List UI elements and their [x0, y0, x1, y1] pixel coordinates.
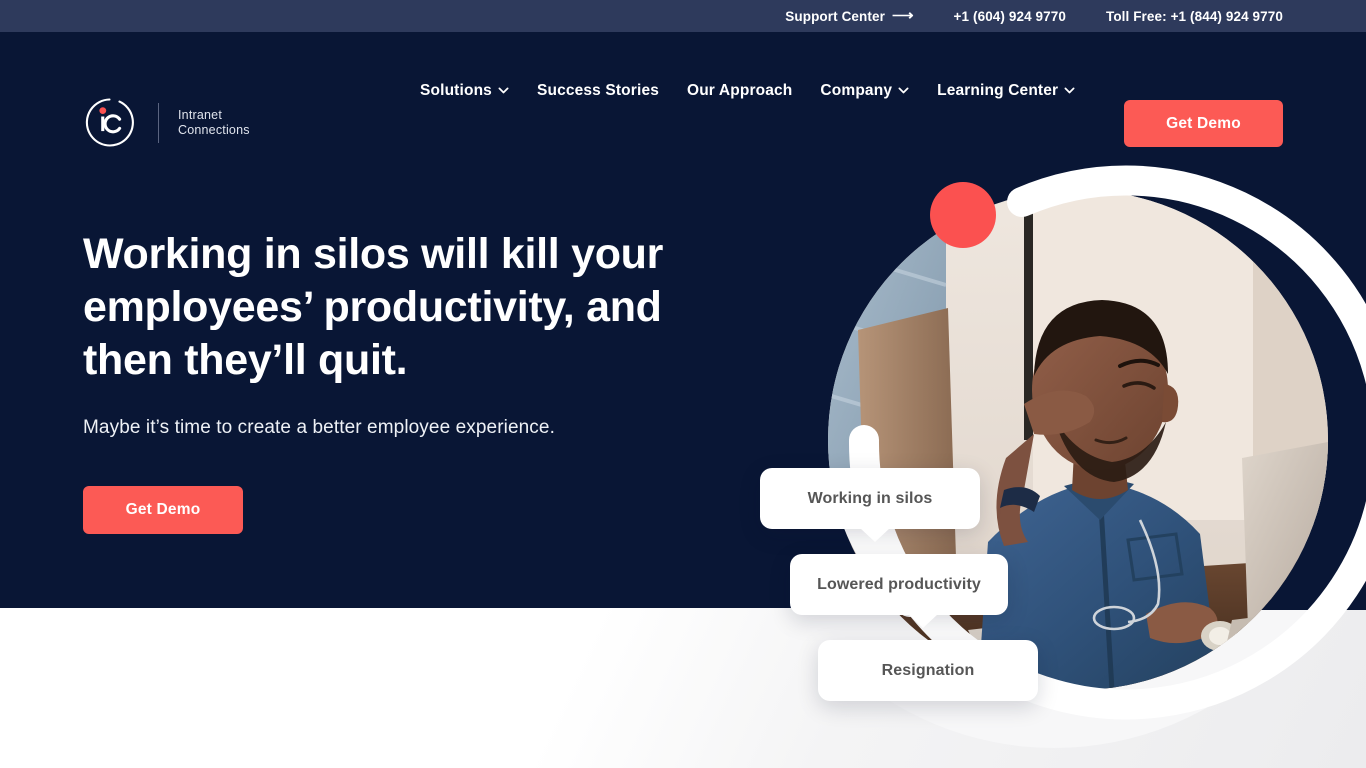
bubble-label: Working in silos [807, 489, 933, 507]
phone-primary-link[interactable]: +1 (604) 924 9770 [954, 9, 1066, 24]
chevron-down-icon [498, 85, 509, 96]
nav-label: Our Approach [686, 82, 793, 99]
logo-home-link[interactable]: Intranet Connections [83, 96, 250, 149]
ic-logo-icon [83, 96, 136, 149]
logo-divider [158, 102, 159, 143]
hero-photo-illustration [828, 190, 1328, 690]
hero-headline: Working in silos will kill your employee… [83, 230, 664, 384]
chevron-down-icon [898, 85, 909, 96]
bubble-lowered-productivity[interactable]: Lowered productivity [790, 554, 1008, 628]
utility-bar: Support Center ⟶ +1 (604) 924 9770 Toll … [0, 0, 1366, 32]
nav-label: Solutions [420, 82, 492, 99]
hero-copy: Working in silos will kill your employee… [83, 228, 783, 534]
nav-item-success-stories[interactable]: Success Stories [523, 82, 673, 100]
nav-item-learning-center[interactable]: Learning Center [923, 82, 1089, 100]
nav-get-demo-button[interactable]: Get Demo [1124, 100, 1283, 147]
bubble-label: Resignation [881, 661, 975, 679]
decorative-red-circle [930, 182, 996, 248]
bubble-resignation[interactable]: Resignation [818, 640, 1038, 701]
support-center-link[interactable]: Support Center ⟶ [785, 6, 914, 24]
nav-label: Company [820, 82, 893, 99]
nav-label: Success Stories [536, 82, 659, 99]
page-root: Support Center ⟶ +1 (604) 924 9770 Toll … [0, 0, 1366, 768]
bubble-label: Lowered productivity [817, 575, 981, 593]
long-arrow-right-icon: ⟶ [891, 6, 914, 24]
logo-wordmark: Intranet Connections [178, 108, 250, 137]
phone-tollfree-link[interactable]: Toll Free: +1 (844) 924 9770 [1106, 9, 1283, 24]
hero-get-demo-button[interactable]: Get Demo [83, 486, 243, 534]
hero-photo [828, 190, 1328, 690]
nav-item-our-approach[interactable]: Our Approach [673, 82, 806, 100]
nav-item-company[interactable]: Company [806, 82, 923, 100]
nav-item-solutions[interactable]: Solutions [420, 82, 523, 100]
hero-subheadline: Maybe it’s time to create a better emplo… [83, 417, 555, 438]
bubble-working-in-silos[interactable]: Working in silos [760, 468, 980, 542]
chevron-down-icon [1064, 85, 1075, 96]
primary-nav: Solutions Success Stories Our Approach C… [420, 32, 1089, 150]
nav-label: Learning Center [937, 82, 1059, 99]
support-center-label: Support Center [785, 8, 885, 24]
site-header: Intranet Connections Solutions Success S… [0, 32, 1366, 150]
